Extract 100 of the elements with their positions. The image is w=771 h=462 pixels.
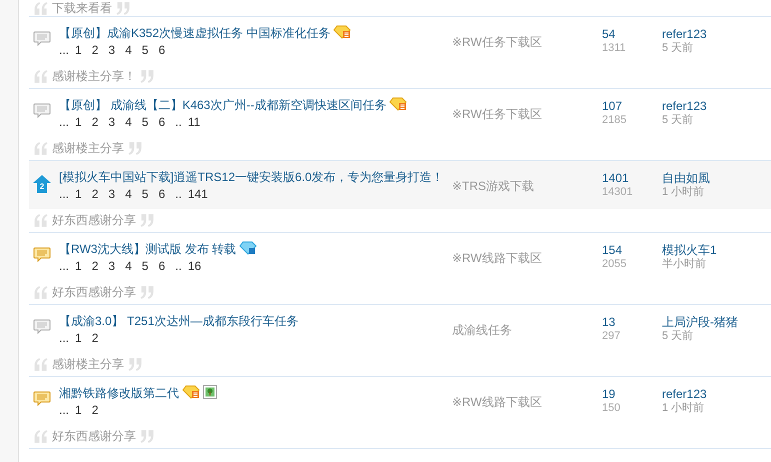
- speech-bubble-icon: [33, 31, 51, 47]
- reply-quote: 感谢楼主分享: [52, 356, 124, 373]
- thread-title-link[interactable]: 湘黔铁路修改版第二代: [59, 386, 179, 400]
- page-link[interactable]: 3: [108, 187, 116, 201]
- gem-icon: [389, 97, 408, 111]
- open-quote-icon: [33, 70, 49, 83]
- page-link[interactable]: 5: [142, 259, 148, 273]
- open-quote-icon: [33, 142, 49, 155]
- open-quote-icon: [33, 214, 49, 227]
- last-poster-link[interactable]: 上局沪段-猪猪: [662, 315, 771, 329]
- thread-title-link[interactable]: 【RW3沈大线】测试版 发布 转载: [59, 242, 236, 256]
- page-ellipsis: ...: [59, 187, 70, 201]
- last-poster-link[interactable]: refer123: [662, 27, 771, 41]
- last-post-time: 半小时前: [662, 257, 707, 271]
- page-ellipsis: ..: [175, 115, 182, 129]
- thread-title-link[interactable]: 【成渝3.0】 T251次达州—成都东段行车任务: [59, 314, 298, 328]
- page-ellipsis: ...: [59, 115, 70, 129]
- page-link[interactable]: 5: [142, 115, 148, 129]
- page-ellipsis: ...: [59, 43, 70, 57]
- page-link[interactable]: 2: [92, 331, 98, 345]
- speech-bubble-icon: [33, 103, 51, 119]
- open-quote-icon: [33, 2, 49, 14]
- page-link[interactable]: 3: [108, 43, 116, 57]
- open-quote-icon: [33, 358, 49, 371]
- open-quote-icon: [33, 430, 49, 443]
- page-link[interactable]: 1: [75, 115, 82, 129]
- page-link[interactable]: 3: [108, 115, 116, 129]
- gem-icon: [182, 385, 200, 399]
- thread-title-link[interactable]: 【原创】成渝K352次慢速虚拟任务 中国标准化任务: [59, 26, 330, 40]
- page-link[interactable]: 2: [92, 403, 98, 417]
- page-ellipsis: ...: [59, 259, 70, 273]
- page-link[interactable]: 6: [158, 259, 166, 273]
- page-link[interactable]: 1: [75, 403, 82, 417]
- close-quote-icon: [139, 214, 155, 227]
- thread-title-link[interactable]: [模拟火车中国站下载]逍遥TRS12一键安装版6.0发布，专为您量身打造！: [59, 170, 444, 184]
- page-ellipsis: ...: [59, 403, 70, 417]
- page-link[interactable]: 6: [158, 43, 166, 57]
- page-link[interactable]: 1: [75, 331, 82, 345]
- speech-bubble-icon: [33, 391, 51, 407]
- speech-bubble-icon: [33, 247, 51, 263]
- speech-bubble-icon: [33, 319, 51, 335]
- close-quote-icon: [115, 2, 131, 14]
- last-poster-link[interactable]: refer123: [662, 99, 771, 113]
- page-link[interactable]: 4: [125, 259, 132, 273]
- page-ellipsis: ...: [59, 331, 70, 345]
- last-poster-link[interactable]: 模拟火车1: [662, 243, 771, 257]
- page-link[interactable]: 1: [75, 187, 82, 201]
- page-link[interactable]: 2: [92, 187, 98, 201]
- reply-quote: 下载来看看: [52, 0, 112, 16]
- reply-quote: 好东西感谢分享: [52, 284, 136, 301]
- close-quote-icon: [127, 142, 143, 155]
- page-link[interactable]: 6: [158, 115, 166, 129]
- close-quote-icon: [139, 286, 155, 299]
- page-link[interactable]: 16: [188, 259, 202, 273]
- page-link[interactable]: 4: [125, 43, 132, 57]
- page-link[interactable]: 141: [188, 187, 208, 201]
- last-post-time: 1 小时前: [662, 185, 706, 199]
- reply-count[interactable]: 154: [602, 243, 662, 257]
- reply-quote: 感谢楼主分享: [52, 140, 124, 157]
- last-post-time: 5 天前: [662, 329, 694, 343]
- page-link[interactable]: 1: [75, 259, 82, 273]
- reply-count[interactable]: 107: [602, 99, 662, 113]
- view-count: 2055: [602, 257, 628, 271]
- view-count: 150: [602, 401, 622, 415]
- open-quote-icon: [33, 286, 49, 299]
- page-ellipsis: ..: [175, 259, 182, 273]
- gem-icon: [239, 241, 258, 255]
- reply-count[interactable]: 13: [602, 315, 662, 329]
- page-link[interactable]: 6: [158, 187, 166, 201]
- last-post-time: 1 小时前: [662, 401, 706, 415]
- page-link[interactable]: 4: [125, 187, 132, 201]
- gem-icon: [333, 25, 352, 39]
- page-link[interactable]: 4: [125, 115, 132, 129]
- page-ellipsis: ..: [175, 187, 182, 201]
- close-quote-icon: [139, 70, 155, 83]
- image-icon: [203, 385, 217, 399]
- reply-count[interactable]: 1401: [602, 171, 662, 185]
- last-post-time: 5 天前: [662, 113, 694, 127]
- page-link[interactable]: 11: [188, 115, 200, 129]
- page-link[interactable]: 2: [92, 259, 98, 273]
- page-link[interactable]: 5: [142, 43, 148, 57]
- last-poster-link[interactable]: refer123: [662, 387, 771, 401]
- view-count: 1311: [602, 41, 627, 55]
- last-post-time: 5 天前: [662, 41, 694, 55]
- page-link[interactable]: 2: [92, 115, 98, 129]
- view-count: 14301: [602, 185, 634, 199]
- reply-quote: 好东西感谢分享: [52, 212, 136, 229]
- thread-title-link[interactable]: 【原创】 成渝线【二】K463次广州--成都新空调快速区间任务: [59, 98, 386, 112]
- reply-count[interactable]: 54: [602, 27, 662, 41]
- close-quote-icon: [127, 358, 143, 371]
- reply-count[interactable]: 19: [602, 387, 662, 401]
- view-count: 297: [602, 329, 622, 343]
- view-count: 2185: [602, 113, 628, 127]
- page-link[interactable]: 1: [75, 43, 82, 57]
- page-link[interactable]: 2: [92, 43, 98, 57]
- close-quote-icon: [139, 430, 155, 443]
- page-link[interactable]: 3: [108, 259, 116, 273]
- last-poster-link[interactable]: 自由如風: [662, 171, 771, 185]
- page-link[interactable]: 5: [142, 187, 148, 201]
- reply-quote: 感谢楼主分享！: [52, 68, 136, 85]
